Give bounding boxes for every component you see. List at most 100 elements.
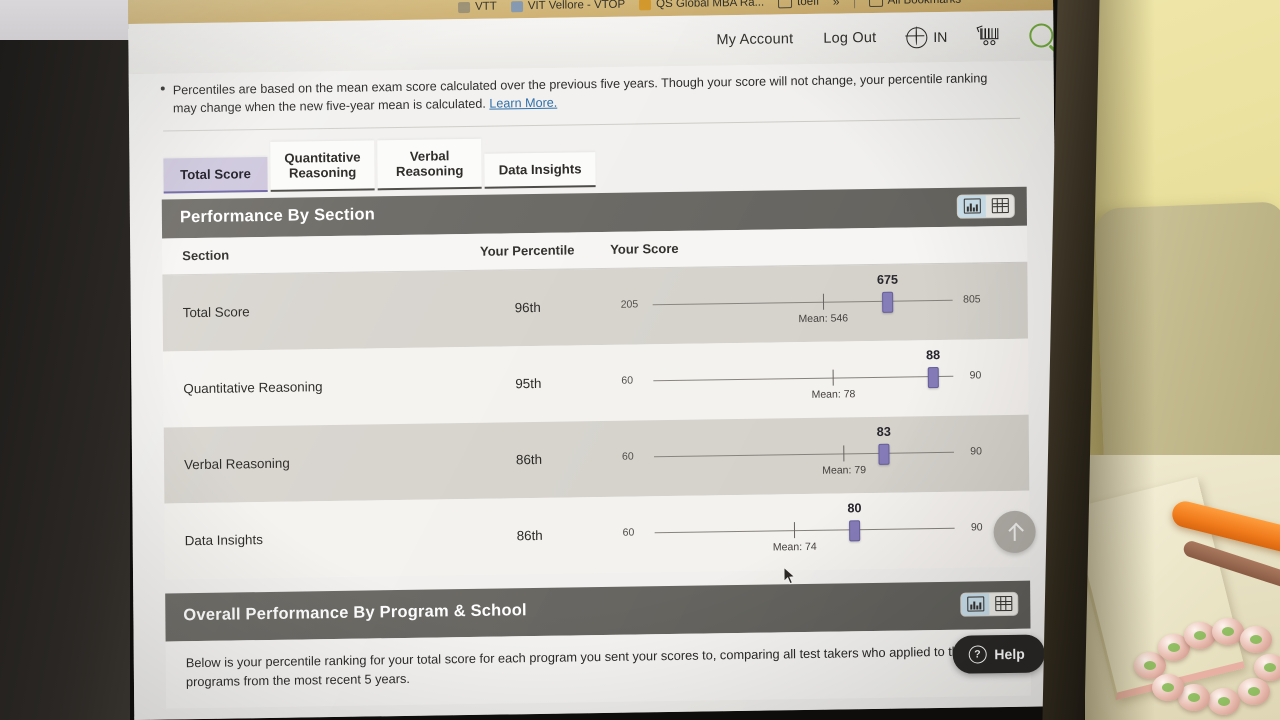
- folder-icon: [868, 0, 883, 7]
- mean-label: Mean: 74: [772, 540, 817, 553]
- mean-label: Mean: 79: [822, 463, 867, 477]
- score-slider: 205 805 Mean: 546 675: [620, 272, 981, 335]
- mouse-cursor: [783, 566, 796, 585]
- row-section-name: Data Insights: [184, 532, 263, 549]
- bookmark-separator: [853, 0, 855, 8]
- mean-tick: [832, 369, 835, 386]
- bookmark-item[interactable]: VTT: [458, 1, 497, 14]
- qs-icon: [639, 0, 652, 10]
- table-grid-icon: [991, 197, 1009, 214]
- bookmark-label: VIT Vellore - VTOP: [527, 0, 626, 13]
- score-slider: 60 90 Mean: 74 80: [622, 500, 983, 563]
- page-content: Percentiles are based on the mean exam s…: [128, 60, 1060, 720]
- bookmarks-overflow-button[interactable]: »: [833, 0, 840, 9]
- search-icon[interactable]: [1029, 23, 1054, 48]
- slider-track: [653, 375, 954, 382]
- table-row: Verbal Reasoning 86th 60 90 Mean: 79 83: [163, 414, 1030, 504]
- mean-label: Mean: 546: [798, 311, 849, 325]
- slider-max-label: 90: [970, 444, 983, 458]
- all-bookmarks-label: All Bookmarks: [887, 0, 962, 7]
- score-value-label: 80: [847, 500, 862, 515]
- score-slider: 60 90 Mean: 79 83: [622, 424, 982, 487]
- bookmark-item[interactable]: toefl: [778, 0, 819, 8]
- slider-min-label: 205: [620, 297, 639, 311]
- log-out-link[interactable]: Log Out: [823, 30, 876, 47]
- bar-chart-view-button[interactable]: [961, 592, 990, 616]
- photo-scene: VTT VIT Vellore - VTOP QS Global MBA Ra.…: [0, 0, 1280, 720]
- row-percentile: 95th: [515, 375, 542, 392]
- slider-min-label: 60: [621, 450, 634, 463]
- help-label: Help: [994, 645, 1025, 663]
- slider-max-label: 90: [969, 368, 982, 382]
- row-section-name: Verbal Reasoning: [183, 455, 290, 473]
- notice-text: Percentiles are based on the mean exam s…: [172, 71, 988, 116]
- performance-by-section-card: Performance By Section Section Your Perc…: [161, 186, 1030, 580]
- slider-min-label: 60: [622, 526, 635, 539]
- score-marker[interactable]: [849, 519, 861, 541]
- row-section-name: Total Score: [182, 304, 250, 321]
- tab-quantitative-reasoning[interactable]: Quantitative Reasoning: [270, 140, 375, 192]
- row-score-slider: 205 805 Mean: 546 675: [602, 271, 1027, 335]
- tab-verbal-reasoning[interactable]: Verbal Reasoning: [377, 138, 482, 190]
- view-toggle-group: [960, 591, 1019, 617]
- bar-chart-view-button[interactable]: [957, 194, 986, 218]
- table-body: Total Score 96th 205 805 Mean: 546 675 Quantit…: [162, 262, 1030, 580]
- help-button[interactable]: ? Help: [952, 634, 1045, 674]
- section-tabs: Total Score Quantitative Reasoning Verba…: [129, 118, 1054, 194]
- globe-icon: [906, 26, 928, 48]
- score-value-label: 88: [926, 347, 941, 362]
- tab-total-score[interactable]: Total Score: [163, 157, 268, 193]
- locale-selector[interactable]: IN: [906, 26, 947, 48]
- mean-tick: [822, 293, 824, 310]
- bookmark-item[interactable]: QS Global MBA Ra...: [639, 0, 764, 10]
- column-header-percentile: Your Percentile: [479, 242, 575, 259]
- slider-max-label: 90: [970, 520, 983, 534]
- arrow-up-icon: [1008, 523, 1021, 540]
- mean-label: Mean: 78: [811, 387, 856, 401]
- row-score-slider: 60 90 Mean: 79 83: [604, 423, 1029, 487]
- row-score-slider: 60 90 Mean: 74 80: [604, 499, 1029, 563]
- slider-min-label: 60: [621, 374, 634, 387]
- table-view-button[interactable]: [986, 194, 1014, 216]
- mean-tick: [843, 444, 845, 461]
- score-value-label: 675: [876, 272, 899, 287]
- table-view-button[interactable]: [989, 592, 1017, 614]
- slider-track: [652, 299, 953, 306]
- column-header-section: Section: [182, 247, 230, 264]
- tab-label-line2: Reasoning: [288, 164, 357, 181]
- row-score-slider: 60 90 Mean: 78 88: [603, 347, 1028, 411]
- monitor-bezel-left: [0, 40, 130, 720]
- slider-max-label: 805: [963, 292, 981, 306]
- monitor-top-strip: [0, 0, 130, 42]
- tab-label: Verbal: [409, 148, 450, 164]
- bar-chart-icon: [963, 198, 981, 214]
- bookmark-icon: [458, 1, 471, 13]
- locale-label: IN: [933, 28, 948, 46]
- slider-track: [653, 451, 954, 458]
- all-bookmarks-button[interactable]: All Bookmarks: [868, 0, 962, 7]
- learn-more-link[interactable]: Learn More.: [489, 96, 557, 111]
- overall-performance-card: Overall Performance By Program & School …: [165, 580, 1032, 709]
- table-row: Data Insights 86th 60 90 Mean: 74 80: [164, 490, 1030, 580]
- card-title: Overall Performance By Program & School: [183, 601, 527, 625]
- question-mark-icon: ?: [968, 645, 987, 664]
- table-row: Total Score 96th 205 805 Mean: 546 675: [162, 262, 1028, 352]
- table-row: Quantitative Reasoning 95th 60 90 Mean: 78 88: [163, 338, 1029, 428]
- score-slider: 60 90 Mean: 78 88: [621, 347, 982, 411]
- slider-track: [654, 527, 955, 534]
- mean-tick: [793, 521, 796, 538]
- cart-icon[interactable]: [976, 25, 999, 46]
- score-marker[interactable]: [878, 443, 890, 465]
- score-marker[interactable]: [927, 366, 939, 388]
- row-percentile: 86th: [516, 527, 543, 544]
- tab-label: Quantitative: [284, 149, 361, 166]
- performance-table: Section Your Percentile Your Score Total…: [162, 225, 1030, 580]
- row-percentile: 96th: [514, 299, 541, 316]
- score-marker[interactable]: [882, 291, 894, 313]
- score-value-label: 83: [876, 424, 891, 439]
- bookmark-item[interactable]: VIT Vellore - VTOP: [510, 0, 626, 13]
- row-section-name: Quantitative Reasoning: [183, 379, 323, 397]
- tab-data-insights[interactable]: Data Insights: [484, 152, 596, 189]
- tab-label-line2: Reasoning: [395, 163, 464, 180]
- my-account-link[interactable]: My Account: [716, 31, 793, 48]
